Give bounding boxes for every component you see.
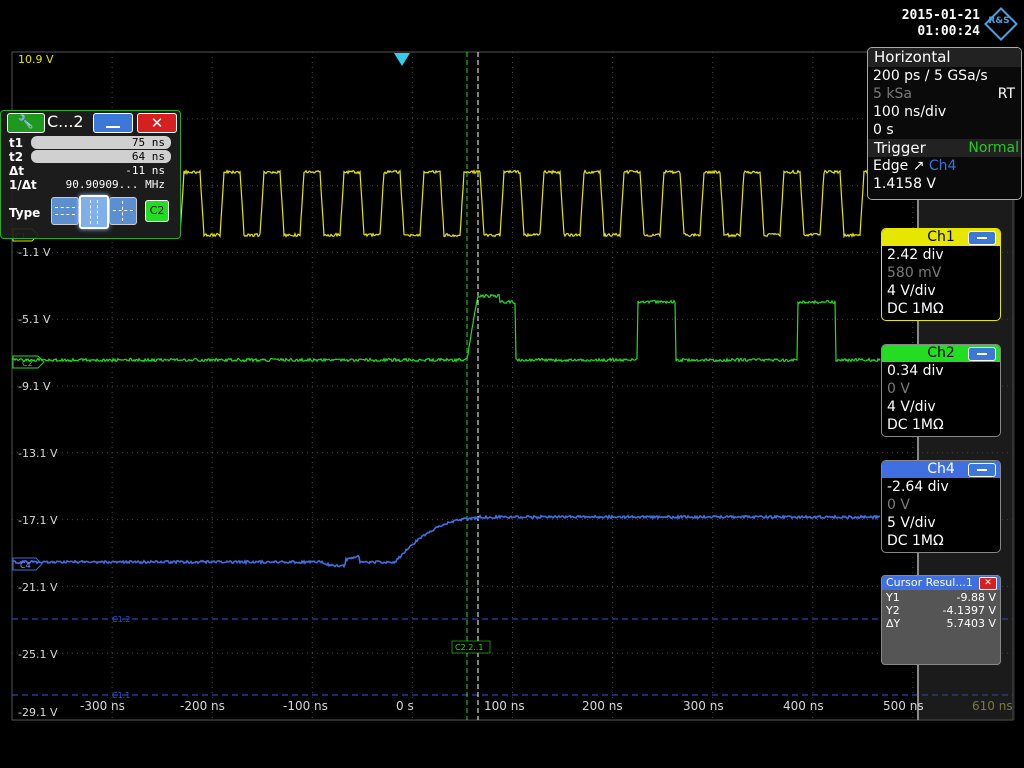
type-horizontal-icon[interactable] bbox=[51, 197, 79, 225]
trigger-title: Trigger bbox=[874, 139, 926, 157]
rising-edge-icon: ↗ bbox=[913, 158, 925, 174]
type-both-icon[interactable] bbox=[109, 197, 137, 225]
trigger-level: 1.4158 V bbox=[868, 175, 1021, 193]
trigger-type-row: Edge ↗ Ch4 bbox=[868, 157, 1021, 175]
ch2-ground-marker[interactable]: C2 bbox=[13, 356, 44, 368]
cursor-result-label: Y2 bbox=[886, 604, 900, 617]
minimize-button[interactable] bbox=[93, 113, 133, 133]
ch4-ground-marker[interactable]: C4 bbox=[13, 558, 42, 570]
trigger-source: Ch4 bbox=[929, 158, 957, 174]
y-label-8: -29.1 V bbox=[18, 706, 57, 720]
horizontal-time-scale: 100 ns/div bbox=[868, 103, 1021, 121]
cursor-label-c2: C2.2..1 bbox=[455, 643, 483, 652]
cursor-result-row: Y1 -9.88 V bbox=[886, 591, 996, 604]
ch4-panel[interactable]: Ch4 -2.64 div 0 V 5 V/div DC 1MΩ bbox=[881, 460, 1001, 553]
horizontal-trigger-panel[interactable]: Horizontal 200 ps / 5 GSa/s 5 kSa RT 100… bbox=[867, 47, 1022, 200]
trigger-position-marker[interactable] bbox=[394, 53, 410, 66]
cursor-source-badge[interactable]: C2 bbox=[145, 200, 169, 222]
horizontal-mode: RT bbox=[998, 85, 1015, 103]
horizontal-record-row: 5 kSa RT bbox=[868, 85, 1021, 103]
cursor-results-panel[interactable]: Cursor Resul...1 ✕ Y1 -9.88 V Y2 -4.1397… bbox=[881, 575, 1001, 665]
datetime: 2015-01-21 01:00:24 bbox=[884, 8, 980, 40]
ch1-trace bbox=[180, 171, 870, 237]
x-label-1: -200 ns bbox=[180, 699, 225, 713]
rs-logo-text: R&S bbox=[985, 16, 1013, 26]
ch4-marker-label: C4 bbox=[20, 561, 31, 570]
y-label-3: -9.1 V bbox=[18, 380, 50, 394]
ch2-minimize-button[interactable] bbox=[968, 347, 996, 361]
ch1-scale: 4 V/div bbox=[882, 282, 1000, 300]
ch4-trace bbox=[12, 516, 880, 567]
y-label-5: -17.1 V bbox=[18, 514, 57, 528]
inv-dt-value: 90.90909... MHz bbox=[31, 178, 171, 191]
y-label-1: -1.1 V bbox=[18, 246, 50, 260]
trigger-type: Edge bbox=[873, 158, 908, 174]
y-label-2: -5.1 V bbox=[18, 313, 50, 327]
minimize-icon bbox=[106, 126, 120, 128]
horizontal-resolution: 200 ps / 5 GSa/s bbox=[868, 67, 1021, 85]
date-text: 2015-01-21 bbox=[884, 8, 980, 24]
cursor-result-row: ΔY 5.7403 V bbox=[886, 617, 996, 630]
x-label-3: 0 s bbox=[396, 699, 414, 713]
ch4-minimize-button[interactable] bbox=[968, 463, 996, 477]
cursor-results-header[interactable]: Cursor Resul...1 ✕ bbox=[882, 576, 1000, 590]
cursor-result-value: -4.1397 V bbox=[943, 604, 996, 617]
ch4-coupling: DC 1MΩ bbox=[882, 532, 1000, 550]
y-label-0: 10.9 V bbox=[18, 53, 54, 67]
cursor-result-label: ΔY bbox=[886, 617, 900, 630]
t2-field[interactable]: 64 ns bbox=[31, 150, 171, 163]
x-label-7: 400 ns bbox=[783, 699, 824, 713]
x-label-9: 610 ns bbox=[972, 699, 1013, 713]
trigger-header[interactable]: Trigger Normal bbox=[868, 139, 1021, 157]
ch2-panel[interactable]: Ch2 0.34 div 0 V 4 V/div DC 1MΩ bbox=[881, 344, 1001, 437]
trigger-mode: Normal bbox=[968, 139, 1019, 157]
wrench-icon[interactable]: 🔧 bbox=[7, 113, 45, 133]
x-label-5: 200 ns bbox=[582, 699, 623, 713]
horizontal-title[interactable]: Horizontal bbox=[868, 48, 1021, 67]
ch1-minimize-button[interactable] bbox=[968, 231, 996, 245]
ch1-coupling: DC 1MΩ bbox=[882, 300, 1000, 318]
ch2-offset: 0 V bbox=[882, 380, 1000, 398]
time-text: 01:00:24 bbox=[884, 24, 980, 40]
ch4-scale: 5 V/div bbox=[882, 514, 1000, 532]
ch2-marker-label: C2 bbox=[22, 359, 33, 368]
cursor-result-value: 5.7403 V bbox=[946, 617, 996, 630]
ch2-position: 0.34 div bbox=[882, 362, 1000, 380]
cursor-results-close-icon[interactable]: ✕ bbox=[979, 577, 997, 590]
close-icon: ✕ bbox=[151, 114, 164, 132]
type-label: Type bbox=[9, 206, 40, 220]
dt-value: -11 ns bbox=[31, 164, 171, 177]
x-label-2: -100 ns bbox=[283, 699, 328, 713]
cursor-results-rows: Y1 -9.88 V Y2 -4.1397 V ΔY 5.7403 V bbox=[882, 590, 1000, 631]
cursor-results-title: Cursor Resul...1 bbox=[886, 576, 973, 589]
cursor-result-label: Y1 bbox=[886, 591, 900, 604]
rs-logo[interactable]: R&S bbox=[985, 8, 1013, 36]
ch2-coupling: DC 1MΩ bbox=[882, 416, 1000, 434]
cursor-result-row: Y2 -4.1397 V bbox=[886, 604, 996, 617]
y-label-4: -13.1 V bbox=[18, 447, 57, 461]
ch1-position: 2.42 div bbox=[882, 246, 1000, 264]
t1-field[interactable]: 75 ns bbox=[31, 136, 171, 149]
ch4-offset: 0 V bbox=[882, 496, 1000, 514]
y-label-6: -21.1 V bbox=[18, 581, 57, 595]
horizontal-record-length: 5 kSa bbox=[873, 86, 912, 102]
ch2-scale: 4 V/div bbox=[882, 398, 1000, 416]
ch1-panel[interactable]: Ch1 2.42 div 580 mV 4 V/div DC 1MΩ bbox=[881, 228, 1001, 321]
x-label-4: 100 ns bbox=[484, 699, 525, 713]
x-label-0: -300 ns bbox=[80, 699, 125, 713]
y-label-7: -25.1 V bbox=[18, 648, 57, 662]
x-label-6: 300 ns bbox=[683, 699, 724, 713]
close-button[interactable]: ✕ bbox=[137, 113, 177, 133]
x-label-8: 500 ns bbox=[883, 699, 924, 713]
ch2-trace bbox=[12, 295, 880, 362]
ch1-offset: 580 mV bbox=[882, 264, 1000, 282]
cursor-dialog-title: C...2 bbox=[47, 112, 84, 132]
ch4-position: -2.64 div bbox=[882, 478, 1000, 496]
horizontal-position: 0 s bbox=[868, 121, 1021, 139]
cursor-dialog[interactable]: 🔧 C...2 ✕ t1 t2 Δt 1/Δt 75 ns 64 ns -11 … bbox=[0, 110, 181, 239]
cursor-label-c1-2: C1.2 bbox=[112, 615, 130, 624]
cursor-result-value: -9.88 V bbox=[957, 591, 996, 604]
type-vertical-icon[interactable] bbox=[79, 195, 109, 229]
